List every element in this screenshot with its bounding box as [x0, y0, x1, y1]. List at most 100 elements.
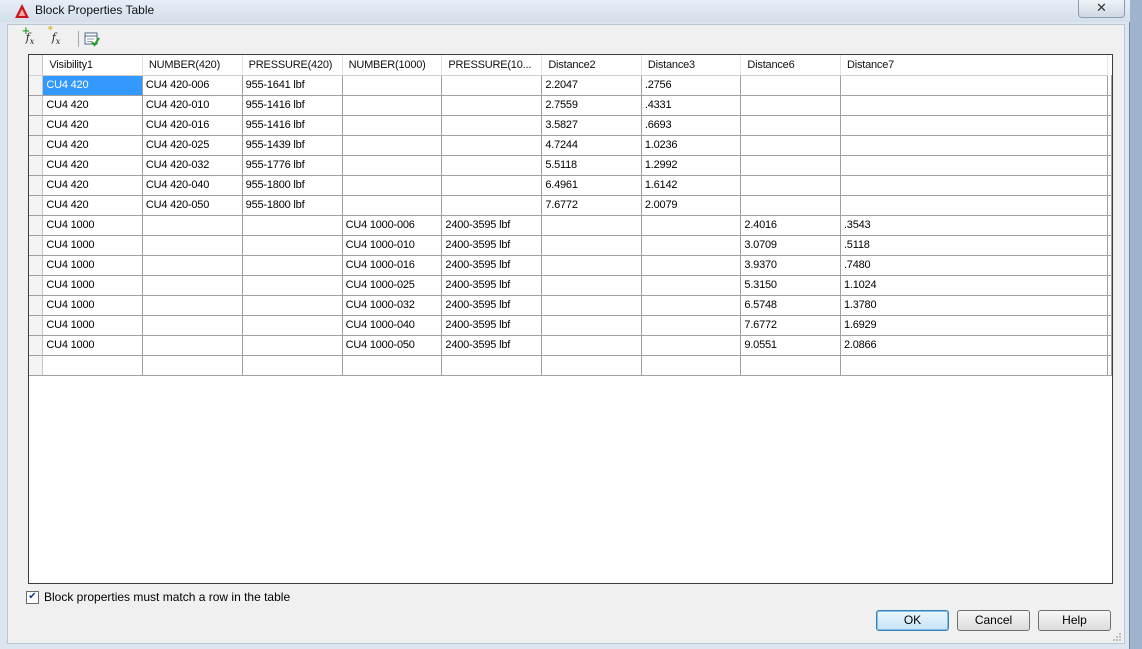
audit-table-icon[interactable] — [82, 29, 102, 49]
table-cell[interactable] — [641, 275, 742, 296]
table-cell[interactable]: 4.7244 — [541, 135, 642, 156]
table-row[interactable]: CU4 1000 CU4 1000-032 2400-3595 lbf 6.5748 1… — [29, 295, 1112, 316]
match-row-option[interactable]: ✔ Block properties must match a row in t… — [26, 590, 290, 604]
table-cell[interactable] — [541, 355, 642, 376]
table-cell[interactable] — [740, 155, 841, 176]
table-cell[interactable]: CU4 1000 — [42, 335, 143, 356]
table-cell[interactable]: 2400-3595 lbf — [441, 235, 543, 256]
table-cell[interactable] — [840, 175, 1109, 196]
row-header[interactable] — [29, 135, 44, 156]
table-cell[interactable] — [142, 255, 243, 276]
column-header[interactable]: Visibility1 — [42, 55, 143, 76]
table-cell[interactable] — [142, 215, 243, 236]
table-cell[interactable] — [441, 155, 543, 176]
table-cell[interactable]: CU4 1000-032 — [342, 295, 443, 316]
table-cell[interactable]: 1.3780 — [840, 295, 1109, 316]
table-cell[interactable]: 3.5827 — [541, 115, 642, 136]
table-cell[interactable]: CU4 420 — [42, 155, 143, 176]
table-cell[interactable] — [840, 75, 1109, 96]
ok-button[interactable]: OK — [876, 610, 949, 631]
table-cell[interactable] — [740, 195, 841, 216]
table-cell[interactable]: 2400-3595 lbf — [441, 255, 543, 276]
table-cell[interactable]: .2756 — [641, 75, 742, 96]
table-cell[interactable]: CU4 1000-040 — [342, 315, 443, 336]
table-cell[interactable]: 2400-3595 lbf — [441, 275, 543, 296]
table-cell[interactable]: .7480 — [840, 255, 1109, 276]
table-cell[interactable] — [840, 355, 1109, 376]
table-cell[interactable] — [142, 235, 243, 256]
table-cell[interactable] — [242, 355, 343, 376]
table-cell[interactable]: 5.3150 — [740, 275, 841, 296]
table-row[interactable]: CU4 420 CU4 420-016 955-1416 lbf 3.5827.669… — [29, 115, 1112, 136]
table-cell[interactable]: CU4 420 — [42, 195, 143, 216]
table-cell[interactable]: CU4 420-050 — [142, 195, 243, 216]
table-cell[interactable] — [441, 75, 543, 96]
table-cell[interactable] — [541, 255, 642, 276]
table-cell[interactable]: CU4 420 — [42, 75, 143, 96]
table-cell[interactable]: 955-1439 lbf — [242, 135, 343, 156]
table-row[interactable] — [29, 355, 1112, 376]
table-cell[interactable]: 955-1800 lbf — [242, 195, 343, 216]
close-button[interactable]: ✕ — [1078, 0, 1125, 18]
table-cell[interactable]: CU4 420-032 — [142, 155, 243, 176]
table-cell[interactable]: CU4 420-025 — [142, 135, 243, 156]
add-fx-icon[interactable]: + fx — [20, 26, 40, 49]
table-cell[interactable]: CU4 420-016 — [142, 115, 243, 136]
row-header[interactable] — [29, 175, 44, 196]
table-cell[interactable]: CU4 420 — [42, 95, 143, 116]
help-button[interactable]: Help — [1038, 610, 1111, 631]
table-cell[interactable] — [142, 275, 243, 296]
table-cell[interactable]: CU4 1000 — [42, 235, 143, 256]
table-cell[interactable]: 2400-3595 lbf — [441, 295, 543, 316]
column-header[interactable]: Distance2 — [541, 55, 642, 76]
table-cell[interactable]: 2400-3595 lbf — [441, 335, 543, 356]
column-header[interactable]: Distance6 — [740, 55, 841, 76]
table-cell[interactable] — [342, 355, 443, 376]
table-cell[interactable]: 2.0079 — [641, 195, 742, 216]
cancel-button[interactable]: Cancel — [957, 610, 1030, 631]
table-cell[interactable]: 7.6772 — [740, 315, 841, 336]
column-header[interactable]: PRESSURE(420) — [242, 55, 343, 76]
table-row[interactable]: CU4 420 CU4 420-050 955-1800 lbf 7.6772 2.00… — [29, 195, 1112, 216]
table-cell[interactable] — [740, 75, 841, 96]
table-cell[interactable]: CU4 1000-050 — [342, 335, 443, 356]
table-cell[interactable]: 955-1641 lbf — [242, 75, 343, 96]
table-cell[interactable]: 1.6142 — [641, 175, 742, 196]
table-cell[interactable]: 955-1776 lbf — [242, 155, 343, 176]
table-cell[interactable]: CU4 420-040 — [142, 175, 243, 196]
table-cell[interactable] — [441, 115, 543, 136]
table-cell[interactable] — [840, 95, 1109, 116]
table-cell[interactable]: 1.1024 — [840, 275, 1109, 296]
table-cell[interactable] — [641, 315, 742, 336]
table-cell[interactable] — [740, 175, 841, 196]
table-row[interactable]: CU4 420 CU4 420-025 955-1439 lbf 4.7244 1.02… — [29, 135, 1112, 156]
column-header[interactable]: NUMBER(1000) — [342, 55, 443, 76]
column-header[interactable]: Distance7 — [840, 55, 1109, 76]
table-cell[interactable]: .6693 — [641, 115, 742, 136]
table-cell[interactable] — [42, 355, 143, 376]
table-cell[interactable]: CU4 1000 — [42, 255, 143, 276]
table-cell[interactable] — [242, 275, 343, 296]
table-cell[interactable] — [342, 175, 443, 196]
table-cell[interactable]: 1.2992 — [641, 155, 742, 176]
table-cell[interactable] — [342, 135, 443, 156]
table-cell[interactable]: 3.9370 — [740, 255, 841, 276]
table-cell[interactable]: 955-1800 lbf — [242, 175, 343, 196]
table-cell[interactable] — [242, 335, 343, 356]
table-row[interactable]: CU4 420 CU4 420-040 955-1800 lbf 6.4961 1.61… — [29, 175, 1112, 196]
table-cell[interactable]: CU4 1000 — [42, 295, 143, 316]
row-header[interactable] — [29, 275, 44, 296]
table-row[interactable]: CU4 1000 CU4 1000-025 2400-3595 lbf 5.3150 1… — [29, 275, 1112, 296]
table-cell[interactable]: .4331 — [641, 95, 742, 116]
table-cell[interactable] — [342, 195, 443, 216]
table-cell[interactable]: CU4 1000-006 — [342, 215, 443, 236]
row-header[interactable] — [29, 95, 44, 116]
table-cell[interactable] — [342, 155, 443, 176]
title-bar[interactable]: Block Properties Table ✕ — [0, 0, 1130, 22]
table-cell[interactable]: CU4 1000-010 — [342, 235, 443, 256]
column-header[interactable]: PRESSURE(10... — [441, 55, 543, 76]
table-cell[interactable] — [541, 275, 642, 296]
table-cell[interactable]: 2.0866 — [840, 335, 1109, 356]
table-cell[interactable] — [441, 135, 543, 156]
table-cell[interactable] — [541, 235, 642, 256]
